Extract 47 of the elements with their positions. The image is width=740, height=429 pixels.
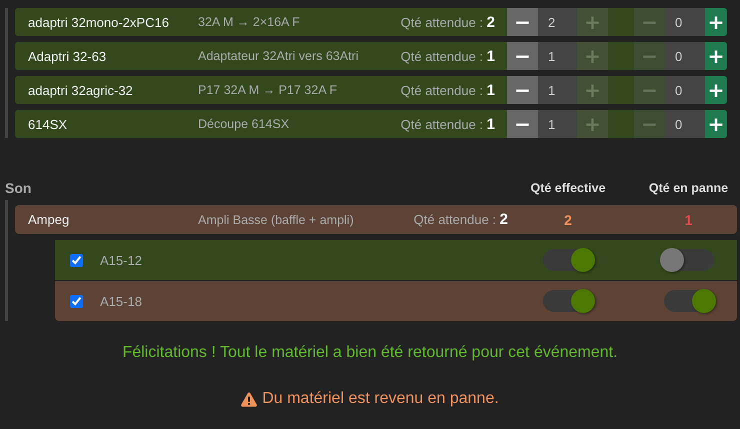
quantity-value[interactable]: 0	[665, 42, 705, 70]
unit-checkbox[interactable]	[70, 294, 83, 308]
unit-name: A15-18	[100, 294, 143, 308]
section-title: Son	[5, 180, 32, 196]
quantity-value[interactable]: 0	[665, 8, 705, 36]
success-message: Félicitations ! Tout le matériel a bien été retourné pour cet événement.	[122, 344, 618, 362]
column-header: Qté effective	[529, 181, 607, 195]
column-header: Qté en panne	[648, 181, 730, 195]
expected-quantity: Qté attendue : 2	[414, 211, 508, 228]
quantity-value[interactable]: 1	[538, 76, 577, 104]
broken-quantity: 1	[684, 212, 694, 228]
expected-quantity: Qté attendue : 1	[400, 82, 496, 98]
item-description: Ampli Basse (baffle + ampli)	[198, 212, 355, 226]
warning-message: Du matériel est revenu en panne.	[262, 390, 499, 408]
decrement-button[interactable]: −	[507, 8, 538, 36]
warning-icon	[241, 392, 258, 406]
quantity-value[interactable]: 1	[538, 110, 577, 138]
effective-quantity: 2	[563, 212, 573, 228]
item-description: P17 32A M → P17 32A F	[198, 83, 338, 97]
quantity-value[interactable]: 2	[538, 8, 577, 36]
item-description: Adaptateur 32Atri vers 63Atri	[198, 49, 360, 63]
quantity-value[interactable]: 0	[665, 76, 705, 104]
item-name: adaptri 32mono-2xPC16	[28, 14, 170, 30]
increment-button[interactable]: +	[705, 110, 727, 138]
expected-quantity: Qté attendue : 2	[400, 14, 496, 30]
expected-quantity: Qté attendue : 1	[400, 48, 496, 64]
decrement-button[interactable]: −	[507, 42, 538, 70]
expected-quantity: Qté attendue : 1	[400, 116, 496, 132]
quantity-value[interactable]: 1	[538, 42, 577, 70]
unit-checkbox[interactable]	[70, 254, 83, 266]
decrement-button[interactable]: −	[507, 110, 538, 138]
item-name: adaptri 32agric-32	[28, 82, 134, 98]
unit-name: A15-12	[100, 252, 143, 268]
item-description: Découpe 614SX	[198, 117, 290, 131]
quantity-value[interactable]: 0	[665, 110, 705, 138]
toggle-switch[interactable]	[571, 289, 595, 313]
increment-button[interactable]: +	[705, 42, 727, 70]
increment-button[interactable]: +	[705, 8, 727, 36]
item-name: 614SX	[28, 116, 68, 132]
item-name: Adaptri 32-63	[28, 48, 108, 64]
toggle-switch[interactable]	[571, 248, 595, 272]
increment-button[interactable]: +	[705, 76, 727, 104]
item-name: Ampeg	[28, 212, 70, 227]
decrement-button[interactable]: −	[507, 76, 538, 104]
toggle-switch[interactable]	[660, 248, 684, 272]
item-description: 32A M → 2×16A F	[198, 15, 301, 29]
toggle-switch[interactable]	[692, 289, 716, 313]
